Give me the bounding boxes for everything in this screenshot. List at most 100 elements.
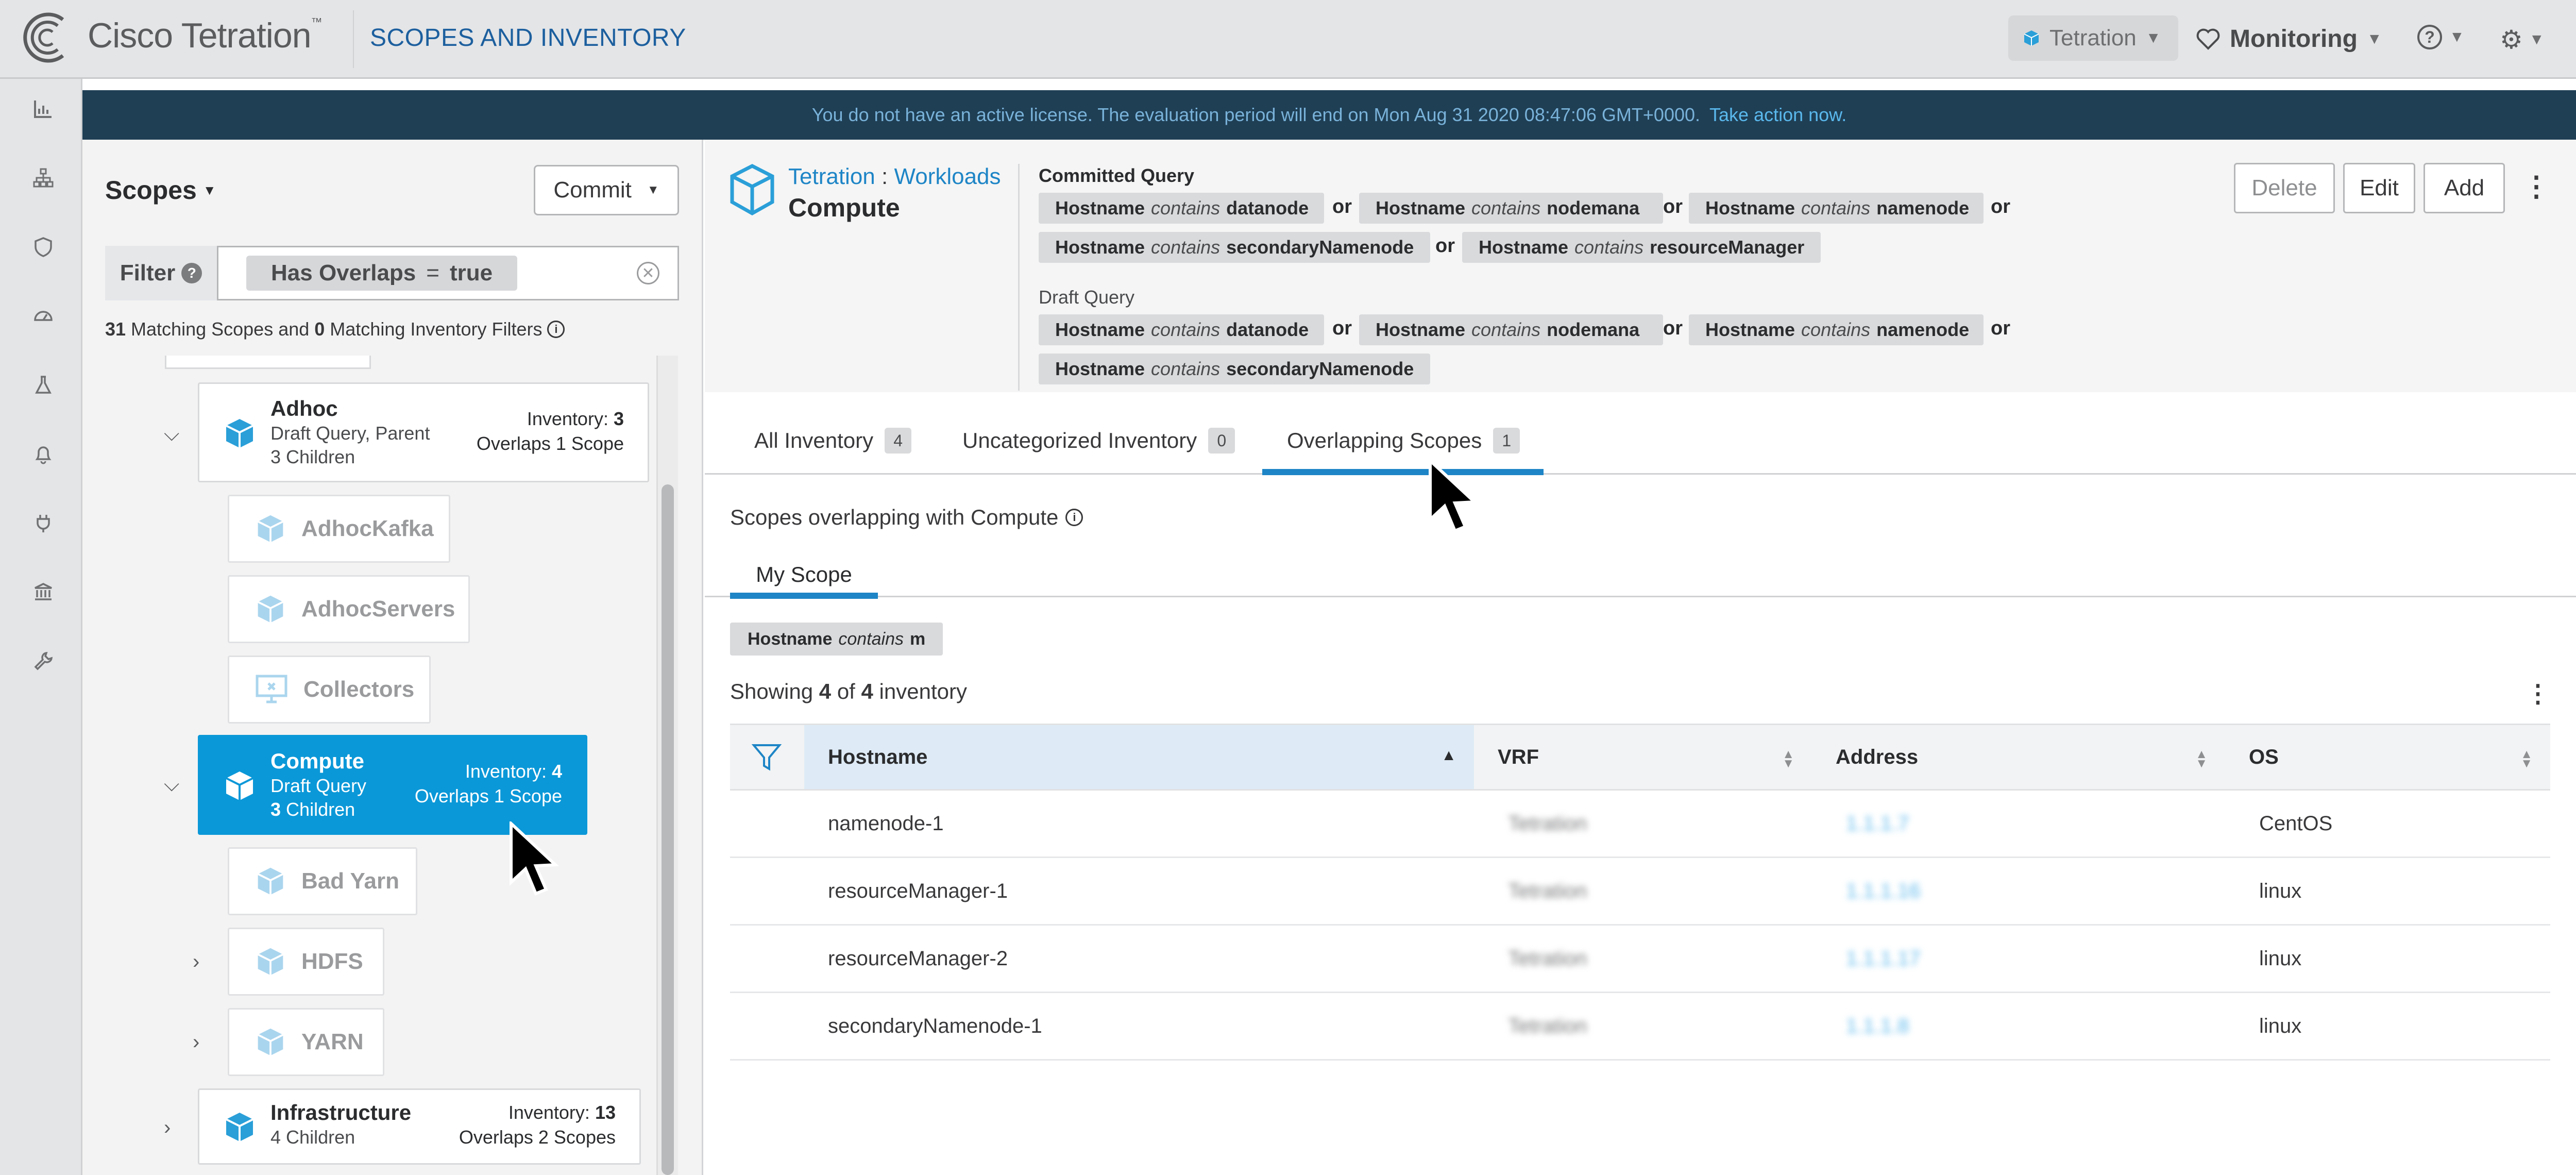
chevron-right-icon[interactable]: › [193,1031,199,1054]
scope-card-adhockafka[interactable]: AdhocKafka [228,495,450,563]
cell-os: linux [2259,879,2302,902]
cell-os: linux [2259,1014,2302,1037]
previous-card-edge [165,356,371,369]
breadcrumb-workloads[interactable]: Workloads [894,164,1001,189]
or-operator: or [1991,317,2010,339]
commit-button[interactable]: Commit ▼ [534,165,679,215]
query-token: Hostname contains resourceManager [1462,232,1821,263]
cube-icon [257,515,284,543]
mouse-cursor-icon [510,821,560,896]
chevron-down-icon: ▼ [2366,30,2382,47]
cell-hostname: secondaryNamenode-1 [828,1014,1042,1037]
edit-button[interactable]: Edit [2343,163,2415,213]
info-icon[interactable]: i [547,321,565,338]
scope-name: Compute [270,749,364,773]
cell-address[interactable]: 1.1.1.7 [1846,791,1909,857]
divider [353,10,354,68]
tab-uncategorized-inventory[interactable]: Uncategorized Inventory 0 [962,428,1235,454]
dashboard-icon[interactable] [33,306,54,326]
cell-address[interactable]: 1.1.1.17 [1846,926,1921,992]
token-field: Hostname [1479,237,1569,258]
shield-icon[interactable] [33,237,54,257]
license-message: You do not have an active license. The e… [811,104,1701,125]
column-header-address[interactable]: Address ▲ ▼ [1812,724,2225,791]
children-label: Children [286,799,355,820]
hierarchy-icon[interactable] [33,167,54,188]
tab-overlapping-scopes[interactable]: Overlapping Scopes 1 [1287,428,1520,454]
table-row[interactable]: namenode-1 Tetration 1.1.1.7 CentOS [730,791,2550,858]
chevron-right-icon[interactable]: › [164,1116,171,1139]
tetration-logo-icon[interactable] [23,9,74,66]
more-vertical-icon[interactable]: ⋮ [2522,170,2550,203]
token-value: nodemana [1547,319,1640,340]
scope-card-compute[interactable]: Compute Draft Query 3 Children Inventory… [198,735,587,835]
active-tab-indicator [1262,469,1544,475]
children-label: Children [286,1127,355,1148]
scope-name: Infrastructure [270,1100,412,1124]
tenant-select[interactable]: Tetration ▼ [2008,15,2178,61]
table-row[interactable]: resourceManager-2 Tetration 1.1.1.17 lin… [730,926,2550,993]
chevron-right-icon[interactable]: › [193,950,199,973]
scope-card-bad-yarn[interactable]: Bad Yarn [228,847,417,915]
more-vertical-icon[interactable]: ⋮ [2526,679,2550,708]
help-icon[interactable]: ? [181,263,202,283]
scope-card-yarn[interactable]: YARN [228,1008,384,1076]
token-field: Hostname [1055,197,1145,219]
query-token: Hostname contains nodemana [1359,314,1663,345]
sort-icon[interactable]: ▲ ▼ [1782,748,1794,770]
scope-card-adhocservers[interactable]: AdhocServers [228,575,470,643]
tab-all-inventory[interactable]: All Inventory 4 [754,428,912,454]
token-field: Hostname [1376,197,1466,219]
wrench-icon[interactable] [33,651,54,672]
query-token: Hostname contains namenode [1689,193,1984,224]
info-icon[interactable]: i [1065,509,1083,526]
cell-vrf: Tetration [1508,947,1587,970]
scope-card-hdfs[interactable]: HDFS [228,928,384,996]
scope-card-collectors[interactable]: Collectors [228,656,431,724]
bank-icon[interactable] [33,582,54,602]
cell-os: CentOS [2259,812,2333,835]
scope-card-infrastructure[interactable]: Infrastructure 4 Children Inventory: 13 … [198,1088,641,1165]
tab-count-badge: 4 [885,428,912,454]
table-row[interactable]: secondaryNamenode-1 Tetration 1.1.1.8 li… [730,993,2550,1061]
scopes-title: Scopes [105,176,197,205]
column-header-os[interactable]: OS ▲ ▼ [2225,724,2550,791]
breadcrumb-root[interactable]: Tetration [788,164,875,189]
flask-icon[interactable] [33,375,54,395]
cell-address[interactable]: 1.1.1.16 [1846,858,1921,924]
filter-column-header[interactable] [730,724,804,791]
clear-filter-icon[interactable]: ✕ [637,262,659,284]
filter-token[interactable]: Has Overlaps = true [246,256,518,291]
monitoring-menu[interactable]: Monitoring ▼ [2196,25,2382,53]
column-header-vrf[interactable]: VRF ▲ ▼ [1474,724,1812,791]
help-menu[interactable]: ? ▼ [2417,25,2465,49]
inventory-label: Inventory: [465,761,547,782]
filter-icon[interactable] [752,742,782,772]
sort-icon[interactable]: ▲ ▼ [2195,748,2208,770]
tree-scrollbar-thumb[interactable] [662,484,674,1175]
scopes-dropdown[interactable]: Scopes ▼ [105,175,216,205]
add-button[interactable]: Add [2424,163,2505,213]
sort-ascending-icon[interactable]: ▲ [1441,748,1456,763]
divider [1018,164,1020,391]
token-op: contains [1151,237,1221,258]
table-row[interactable]: resourceManager-1 Tetration 1.1.1.16 lin… [730,858,2550,926]
overlap-query-token: Hostname contains m [730,623,943,656]
token-value: secondaryNamenode [1226,358,1414,379]
scope-card-adhoc[interactable]: Adhoc Draft Query, Parent 3 Children Inv… [198,382,649,482]
or-operator: or [1663,196,1683,217]
column-header-hostname[interactable]: Hostname ▲ [804,724,1474,791]
chevron-down-icon[interactable]: ⌵ [164,773,179,796]
cell-address[interactable]: 1.1.1.8 [1846,993,1909,1059]
chevron-down-icon[interactable]: ⌵ [164,423,179,446]
take-action-link[interactable]: Take action now. [1709,104,1846,126]
query-token: Hostname contains secondaryNamenode [1039,354,1430,384]
query-token: Hostname contains namenode [1689,314,1984,345]
settings-menu[interactable]: ⚙ ▼ [2500,25,2545,55]
plug-icon[interactable] [33,513,54,533]
sort-icon[interactable]: ▲ ▼ [2520,748,2533,770]
delete-button[interactable]: Delete [2234,163,2335,213]
chart-icon[interactable] [33,98,54,119]
bell-icon[interactable] [33,444,54,464]
tab-my-scope[interactable]: My Scope [730,551,878,598]
